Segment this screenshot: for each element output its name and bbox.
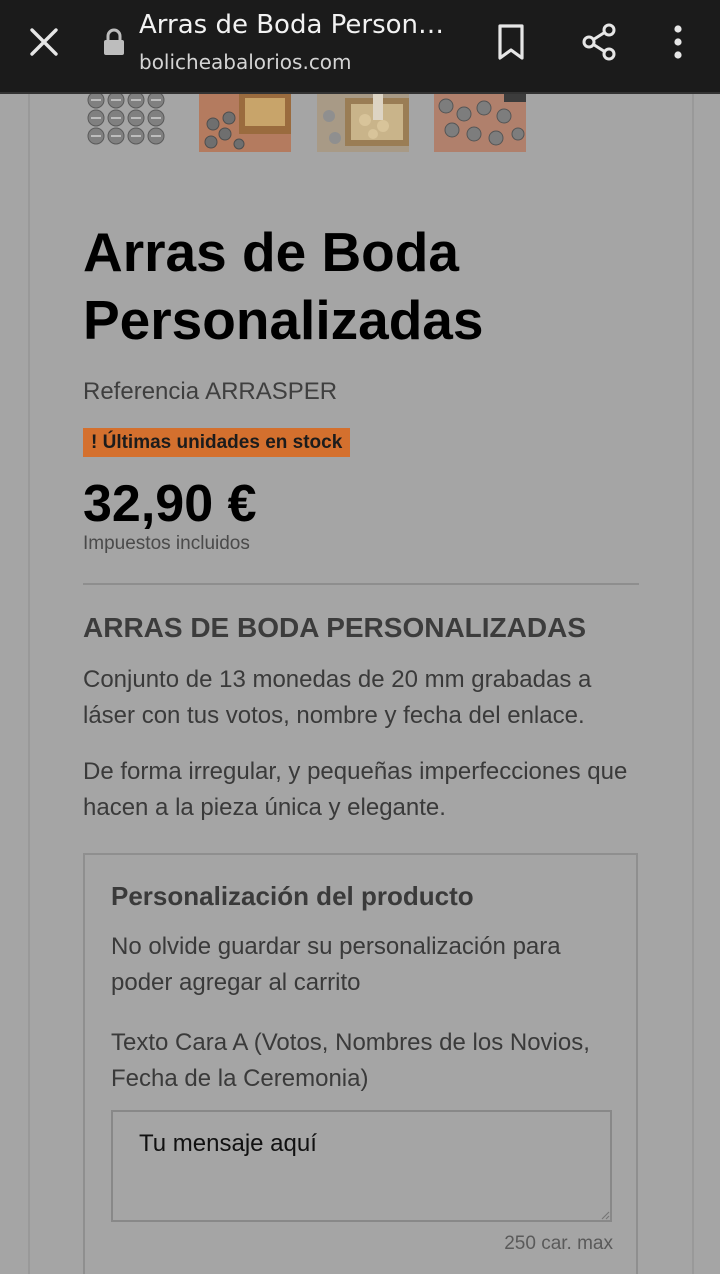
reference-label: Referencia [83, 378, 200, 405]
bookmark-icon[interactable] [494, 22, 528, 62]
resize-handle-icon[interactable] [600, 1210, 610, 1220]
lock-icon [104, 28, 124, 55]
text-side-a-input[interactable] [111, 1110, 612, 1222]
customization-heading: Personalización del producto [111, 881, 474, 911]
description-heading: ARRAS DE BODA PERSONALIZADAS [83, 612, 586, 643]
product-title: Arras de Boda Personalizadas [83, 221, 484, 351]
product-reference: Referencia ARRASPER [83, 378, 337, 406]
char-limit: 250 car. max [504, 1233, 613, 1254]
box-thumbnail[interactable] [199, 94, 291, 152]
customization-note: No olvide guardar su personalización par… [111, 933, 561, 996]
browser-toolbar: Arras de Boda Person… bolicheabalorios.c… [0, 0, 720, 94]
stock-badge: ! Últimas unidades en stock [83, 428, 351, 457]
tax-note: Impuestos incluidos [83, 533, 250, 554]
coins-scatter-thumbnail[interactable] [434, 94, 526, 152]
tray-thumbnail[interactable] [317, 94, 409, 152]
text-side-a-label: Texto Cara A (Votos, Nombres de los Novi… [111, 1029, 590, 1092]
customization-panel: Personalización del producto No olvide g… [83, 853, 638, 1274]
description-paragraph: De forma irregular, y pequeñas imperfecc… [83, 758, 628, 821]
coins-thumbnail[interactable] [86, 94, 172, 146]
reference-value: ARRASPER [205, 378, 338, 405]
page-title[interactable]: Arras de Boda Person… [139, 10, 459, 40]
description-paragraph: Conjunto de 13 monedas de 20 mm grabadas… [83, 666, 592, 729]
page-domain[interactable]: bolicheabalorios.com [139, 50, 352, 74]
divider [83, 583, 639, 585]
product-price: 32,90 € [83, 475, 257, 533]
close-icon[interactable] [26, 24, 62, 60]
more-vertical-icon[interactable] [664, 22, 692, 62]
share-icon[interactable] [580, 22, 618, 62]
